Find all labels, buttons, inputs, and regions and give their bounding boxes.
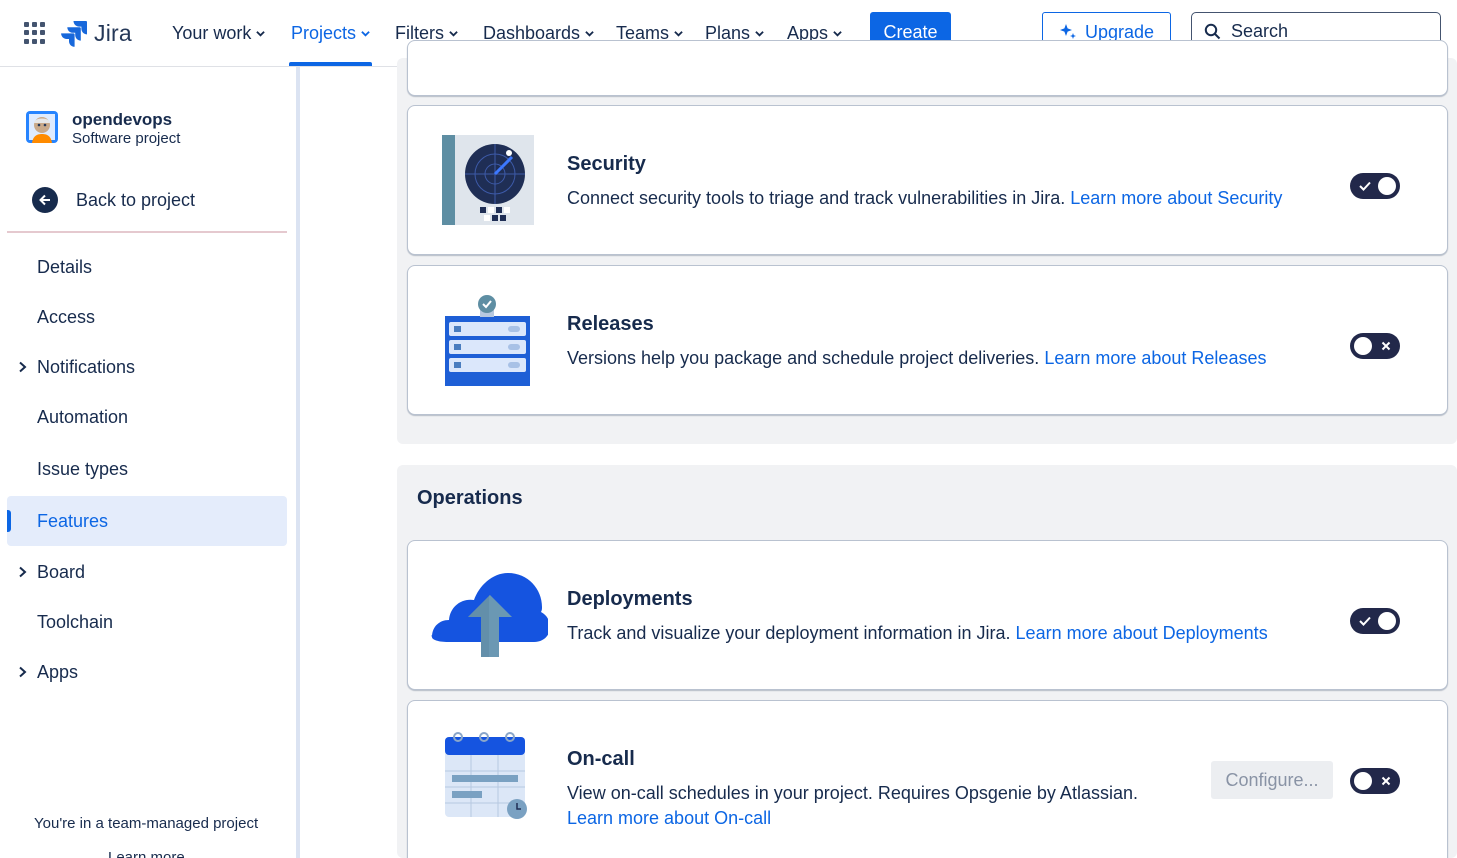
learn-more-security-link[interactable]: Learn more about Security bbox=[1070, 188, 1282, 208]
close-icon bbox=[1381, 776, 1391, 786]
releases-server-illustration bbox=[445, 295, 530, 386]
search-input[interactable] bbox=[1231, 21, 1431, 42]
chevron-down-icon bbox=[256, 30, 266, 37]
feature-card-partial bbox=[407, 40, 1448, 96]
security-radar-illustration bbox=[442, 135, 534, 225]
jira-logo-icon bbox=[61, 21, 87, 47]
chevron-down-icon bbox=[674, 30, 683, 37]
sidebar-item-label: Issue types bbox=[37, 458, 129, 479]
feature-description: View on-call schedules in your project. … bbox=[567, 783, 1138, 803]
close-icon bbox=[1381, 341, 1391, 351]
sidebar-item-label: Board bbox=[37, 561, 86, 582]
chevron-down-icon bbox=[755, 30, 764, 37]
search-icon bbox=[1204, 23, 1221, 40]
nav-active-indicator bbox=[289, 62, 372, 66]
operations-section-title: Operations bbox=[417, 487, 523, 509]
toggle-knob bbox=[1378, 177, 1396, 195]
toggle-knob bbox=[1354, 772, 1372, 790]
feature-description: Connect security tools to triage and tra… bbox=[567, 188, 1282, 209]
sidebar-item-toolchain[interactable]: Toolchain bbox=[7, 597, 287, 647]
logo-text: Jira bbox=[94, 19, 132, 46]
releases-toggle[interactable] bbox=[1350, 333, 1400, 359]
sidebar-item-issue-types[interactable]: Issue types bbox=[7, 444, 287, 494]
arrow-left-icon bbox=[32, 187, 58, 213]
sidebar-item-apps[interactable]: Apps bbox=[7, 647, 287, 697]
project-header[interactable] bbox=[26, 111, 58, 143]
oncall-toggle[interactable] bbox=[1350, 768, 1400, 794]
feature-title: Deployments bbox=[567, 588, 693, 610]
feature-description-text: Track and visualize your deployment info… bbox=[567, 623, 1011, 643]
sidebar-item-label: Access bbox=[37, 306, 96, 327]
sidebar-resize-handle[interactable] bbox=[296, 67, 300, 858]
oncall-calendar-illustration bbox=[445, 732, 527, 819]
sidebar-item-board[interactable]: Board bbox=[7, 547, 287, 597]
feature-title: Security bbox=[567, 153, 646, 175]
sidebar-item-notifications[interactable]: Notifications bbox=[7, 342, 287, 392]
learn-more-deployments-link[interactable]: Learn more about Deployments bbox=[1016, 623, 1268, 643]
chevron-right-icon bbox=[19, 666, 27, 678]
active-indicator bbox=[7, 510, 11, 532]
sidebar-item-automation[interactable]: Automation bbox=[7, 392, 287, 442]
feature-title: Releases bbox=[567, 313, 654, 335]
chevron-down-icon bbox=[585, 30, 594, 37]
security-toggle[interactable] bbox=[1350, 173, 1400, 199]
feature-description: Track and visualize your deployment info… bbox=[567, 623, 1268, 644]
deployments-cloud-illustration bbox=[431, 573, 548, 657]
sidebar-item-label: Details bbox=[37, 256, 93, 277]
feature-description-text: Connect security tools to triage and tra… bbox=[567, 188, 1066, 208]
nav-your-work[interactable]: Your work bbox=[172, 20, 266, 46]
feature-card-deployments: Deployments Track and visualize your dep… bbox=[407, 540, 1448, 690]
learn-more-releases-link[interactable]: Learn more about Releases bbox=[1044, 348, 1266, 368]
feature-description: Versions help you package and schedule p… bbox=[567, 348, 1266, 369]
sidebar-item-details[interactable]: Details bbox=[7, 242, 287, 292]
chevron-down-icon bbox=[361, 30, 370, 37]
team-managed-learn-more-link[interactable]: Learn more bbox=[108, 849, 185, 858]
toggle-knob bbox=[1354, 337, 1372, 355]
project-avatar-icon bbox=[26, 111, 58, 143]
feature-description-text: Versions help you package and schedule p… bbox=[567, 348, 1040, 368]
nav-projects-label: Projects bbox=[291, 22, 357, 43]
deployments-toggle[interactable] bbox=[1350, 608, 1400, 634]
check-icon bbox=[1359, 616, 1371, 626]
sidebar-item-access[interactable]: Access bbox=[7, 292, 287, 342]
sidebar-item-label: Toolchain bbox=[37, 611, 114, 632]
feature-card-releases: Releases Versions help you package and s… bbox=[407, 265, 1448, 415]
chevron-down-icon bbox=[449, 30, 458, 37]
team-managed-notice: You're in a team-managed project bbox=[34, 815, 259, 832]
sidebar-item-label: Notifications bbox=[37, 356, 136, 377]
back-to-project-label: Back to project bbox=[76, 189, 196, 210]
sidebar-item-label: Features bbox=[37, 510, 109, 531]
nav-projects[interactable]: Projects bbox=[291, 20, 370, 46]
sidebar-item-label: Automation bbox=[37, 406, 129, 427]
feature-card-security: Security Connect security tools to triag… bbox=[407, 105, 1448, 255]
feature-card-oncall: On-call View on-call schedules in your p… bbox=[407, 700, 1448, 858]
configure-oncall-button[interactable]: Configure... bbox=[1211, 761, 1333, 799]
project-name: opendevops bbox=[72, 110, 173, 129]
project-sidebar: opendevops Software project Back to proj… bbox=[0, 67, 297, 858]
toggle-knob bbox=[1378, 612, 1396, 630]
sparkle-icon bbox=[1059, 24, 1076, 39]
jira-logo[interactable]: Jira bbox=[60, 18, 132, 48]
project-type: Software project bbox=[72, 130, 181, 147]
sidebar-item-label: Apps bbox=[37, 661, 79, 682]
feature-title: On-call bbox=[567, 748, 635, 770]
sidebar-divider bbox=[7, 231, 287, 233]
check-icon bbox=[1359, 181, 1371, 191]
app-switcher-icon[interactable] bbox=[24, 22, 46, 44]
project-avatar bbox=[26, 111, 58, 143]
sidebar-item-features[interactable]: Features bbox=[7, 496, 287, 546]
chevron-down-icon bbox=[833, 30, 842, 37]
nav-your-work-label: Your work bbox=[172, 22, 252, 43]
chevron-right-icon bbox=[19, 566, 27, 578]
chevron-right-icon bbox=[19, 361, 27, 373]
back-to-project-link[interactable]: Back to project bbox=[32, 187, 195, 213]
learn-more-oncall-link[interactable]: Learn more about On-call bbox=[567, 808, 771, 829]
